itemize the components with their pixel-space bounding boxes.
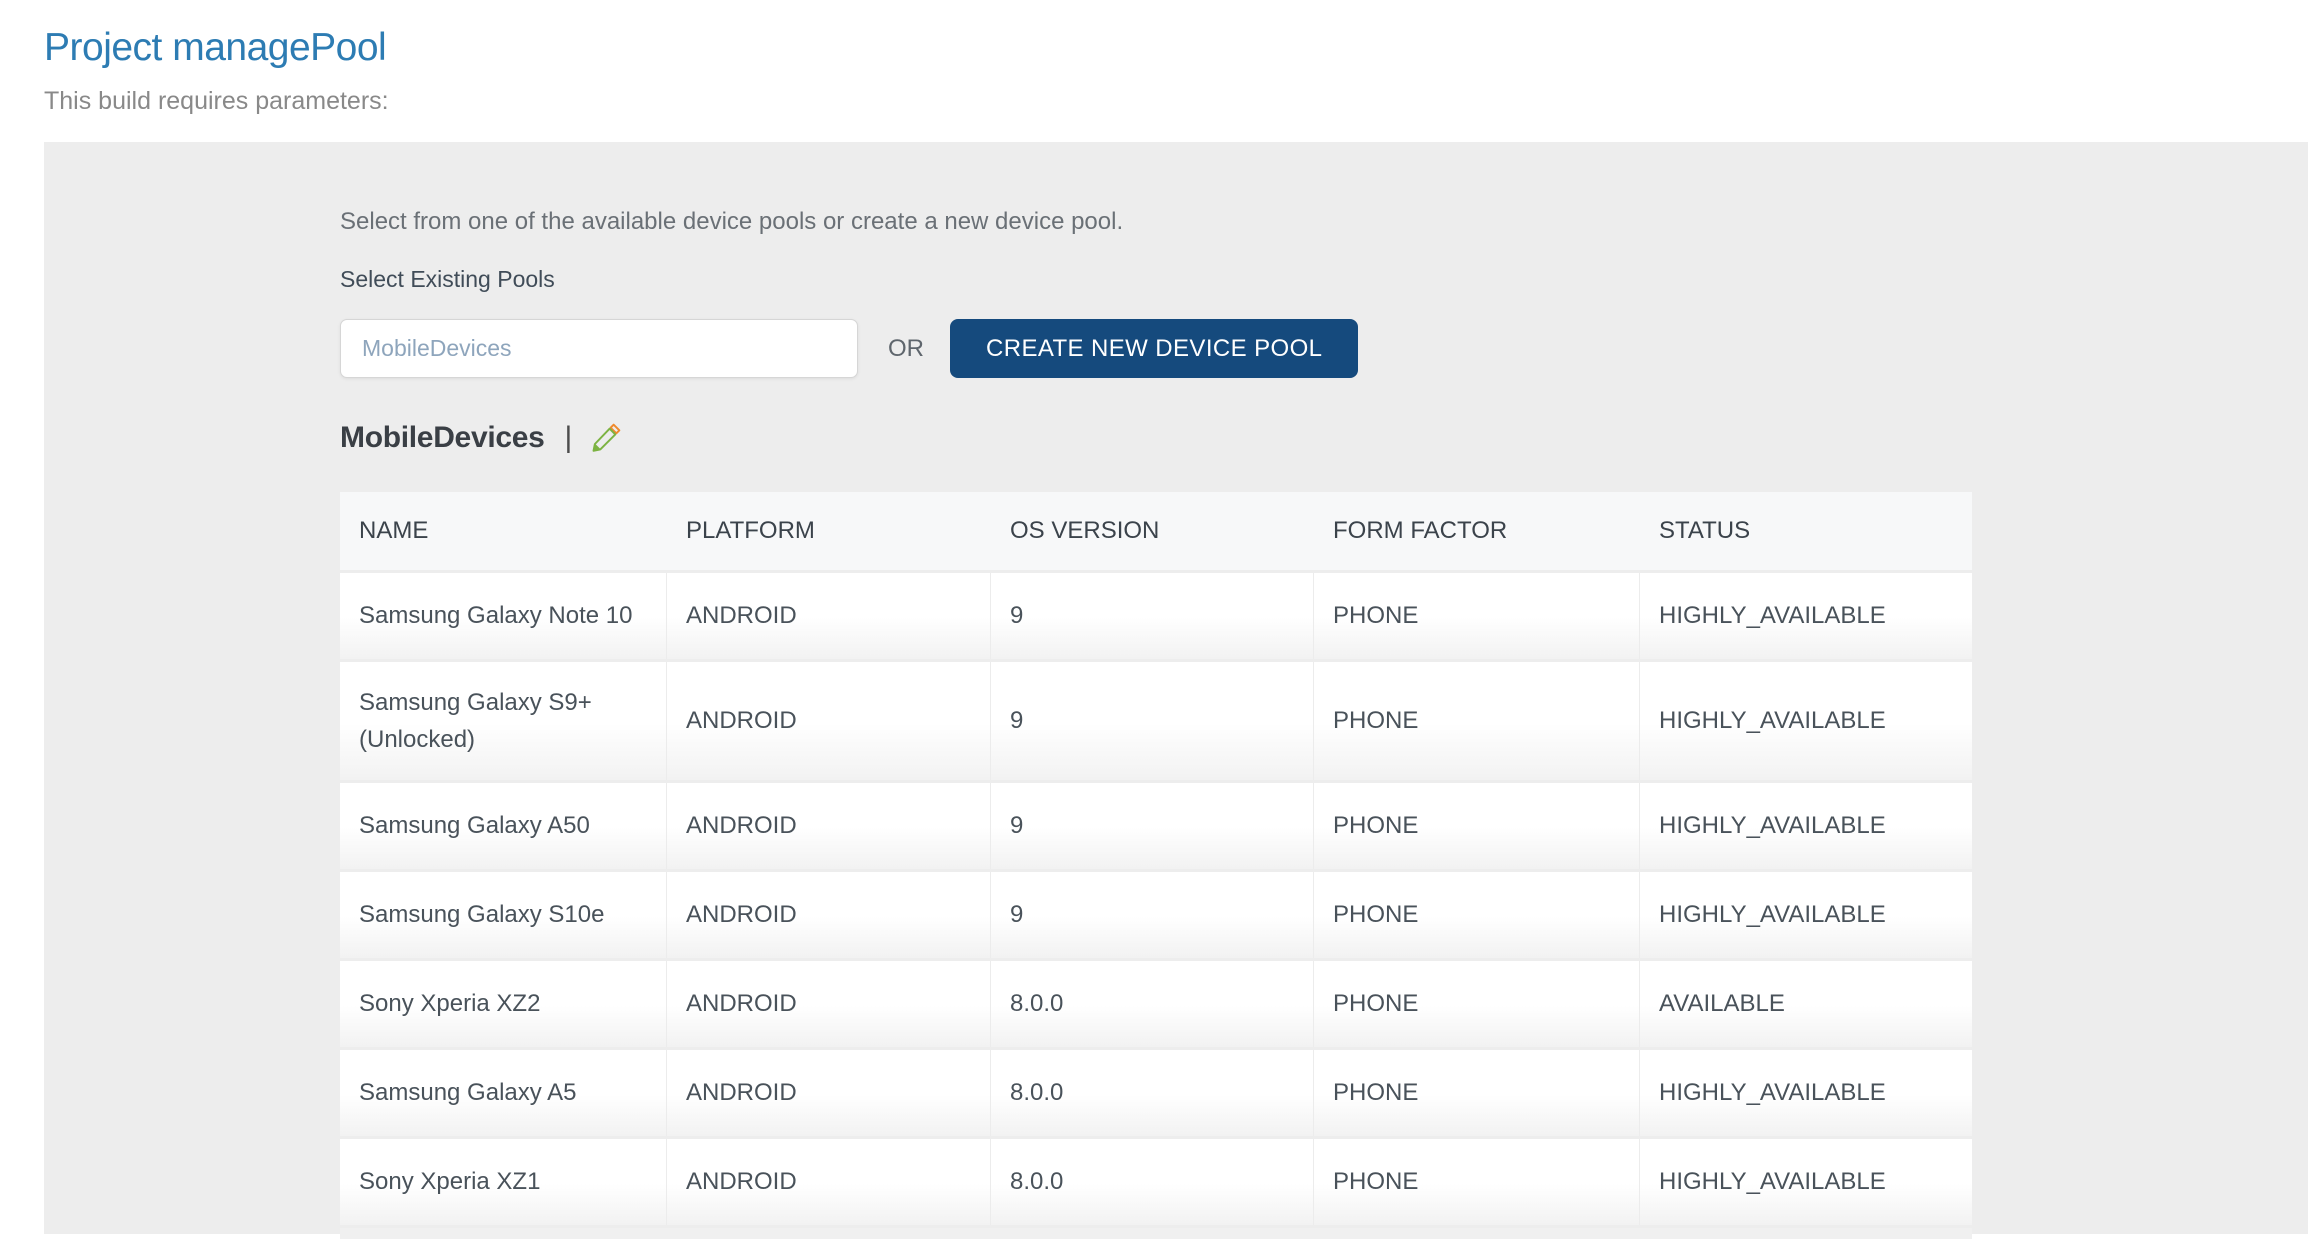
column-header: NAME	[340, 517, 667, 545]
cell-os_version: 8.0.0	[991, 961, 1314, 1047]
cell-name: Sony Xperia XZ2	[340, 961, 667, 1047]
column-header: PLATFORM	[667, 517, 991, 545]
pencil-icon[interactable]	[588, 420, 624, 456]
cell-form_factor: PHONE	[1314, 961, 1640, 1047]
create-new-device-pool-button[interactable]: CREATE NEW DEVICE POOL	[950, 319, 1358, 378]
cell-platform: ANDROID	[667, 1050, 991, 1136]
pool-instruction: Select from one of the available device …	[340, 208, 2308, 236]
device-pool-table: NAMEPLATFORMOS VERSIONFORM FACTORSTATUS …	[340, 492, 1972, 1239]
parameters-panel: Select from one of the available device …	[44, 142, 2308, 1234]
cell-name: Samsung Galaxy Note 10	[340, 573, 667, 659]
cell-status: HIGHLY_AVAILABLE	[1640, 872, 1972, 958]
cell-platform: ANDROID	[667, 573, 991, 659]
table-row: Samsung Galaxy S9+ (Unlocked)ANDROID9PHO…	[340, 662, 1972, 780]
column-header: STATUS	[1640, 517, 1972, 545]
cell-platform: ANDROID	[667, 872, 991, 958]
cell-os_version: 9	[991, 783, 1314, 869]
table-body: Samsung Galaxy Note 10ANDROID9PHONEHIGHL…	[340, 573, 1972, 1225]
cell-form_factor: PHONE	[1314, 573, 1640, 659]
cell-form_factor: PHONE	[1314, 783, 1640, 869]
cell-status: HIGHLY_AVAILABLE	[1640, 1050, 1972, 1136]
cell-os_version: 9	[991, 872, 1314, 958]
pool-select-label: Select Existing Pools	[340, 266, 2308, 293]
cell-os_version: 8.0.0	[991, 1050, 1314, 1136]
pool-selection-row: OR CREATE NEW DEVICE POOL	[340, 319, 2308, 378]
cell-os_version: 9	[991, 662, 1314, 780]
table-row: Samsung Galaxy A50ANDROID9PHONEHIGHLY_AV…	[340, 783, 1972, 869]
cell-name: Samsung Galaxy S10e	[340, 872, 667, 958]
table-row: Samsung Galaxy A5ANDROID8.0.0PHONEHIGHLY…	[340, 1050, 1972, 1136]
build-parameters-note: This build requires parameters:	[44, 87, 2264, 116]
pool-name-input[interactable]	[340, 319, 858, 378]
selected-pool-heading: MobileDevices |	[340, 420, 2308, 456]
heading-separator: |	[565, 421, 573, 455]
cell-form_factor: PHONE	[1314, 872, 1640, 958]
table-header-row: NAMEPLATFORMOS VERSIONFORM FACTORSTATUS	[340, 492, 1972, 570]
cell-os_version: 9	[991, 573, 1314, 659]
cell-name: Sony Xperia XZ1	[340, 1139, 667, 1225]
table-row: Samsung Galaxy Note 10ANDROID9PHONEHIGHL…	[340, 573, 1972, 659]
cell-os_version: 8.0.0	[991, 1139, 1314, 1225]
table-row: Sony Xperia XZ1ANDROID8.0.0PHONEHIGHLY_A…	[340, 1139, 1972, 1225]
cell-status: HIGHLY_AVAILABLE	[1640, 662, 1972, 780]
cell-platform: ANDROID	[667, 783, 991, 869]
cell-status: HIGHLY_AVAILABLE	[1640, 1139, 1972, 1225]
table-partial-row	[340, 1228, 1972, 1239]
selected-pool-name: MobileDevices	[340, 421, 545, 455]
cell-status: HIGHLY_AVAILABLE	[1640, 783, 1972, 869]
cell-status: AVAILABLE	[1640, 961, 1972, 1047]
cell-platform: ANDROID	[667, 961, 991, 1047]
cell-form_factor: PHONE	[1314, 1050, 1640, 1136]
column-header: FORM FACTOR	[1314, 517, 1640, 545]
cell-status: HIGHLY_AVAILABLE	[1640, 573, 1972, 659]
cell-name: Samsung Galaxy A50	[340, 783, 667, 869]
or-separator: OR	[888, 335, 924, 363]
cell-platform: ANDROID	[667, 1139, 991, 1225]
cell-name: Samsung Galaxy S9+ (Unlocked)	[340, 662, 667, 780]
page-title: Project managePool	[44, 26, 2264, 70]
page-header: Project managePool This build requires p…	[0, 0, 2308, 116]
table-row: Samsung Galaxy S10eANDROID9PHONEHIGHLY_A…	[340, 872, 1972, 958]
cell-form_factor: PHONE	[1314, 1139, 1640, 1225]
column-header: OS VERSION	[991, 517, 1314, 545]
cell-form_factor: PHONE	[1314, 662, 1640, 780]
cell-name: Samsung Galaxy A5	[340, 1050, 667, 1136]
cell-platform: ANDROID	[667, 662, 991, 780]
table-row: Sony Xperia XZ2ANDROID8.0.0PHONEAVAILABL…	[340, 961, 1972, 1047]
